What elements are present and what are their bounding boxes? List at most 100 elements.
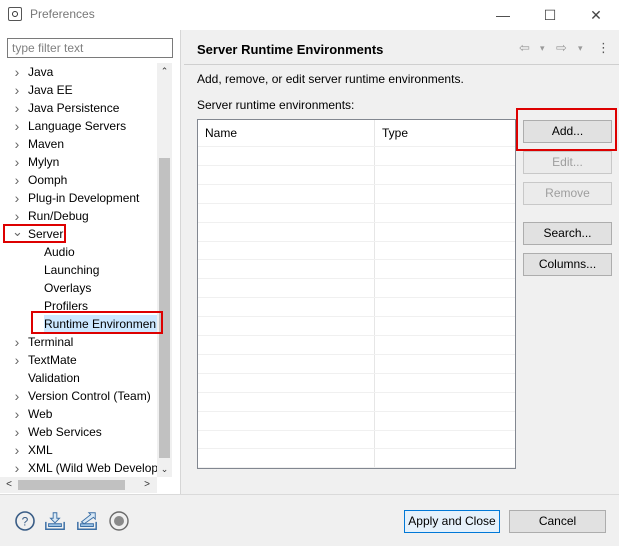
expand-chevron-icon[interactable]: › xyxy=(12,207,22,225)
scroll-left-arrow-icon[interactable]: < xyxy=(2,477,16,493)
tree-item[interactable]: › Run/Debug xyxy=(0,207,158,225)
panel-divider[interactable] xyxy=(180,30,181,494)
tree-item[interactable]: › Maven xyxy=(0,135,158,153)
tree-item-label: Validation xyxy=(28,371,80,385)
expand-chevron-icon[interactable]: › xyxy=(12,459,22,477)
tree-item[interactable]: › Web Services xyxy=(0,423,158,441)
back-dropdown-icon[interactable]: ▾ xyxy=(540,40,545,56)
scroll-down-arrow-icon[interactable]: ⌄ xyxy=(157,461,172,477)
tree-item-label: Mylyn xyxy=(28,155,60,169)
expand-chevron-icon[interactable]: › xyxy=(12,117,22,135)
scroll-up-arrow-icon[interactable]: ⌃ xyxy=(157,63,172,79)
expand-chevron-icon[interactable]: › xyxy=(12,189,22,207)
tree-item[interactable]: Launching xyxy=(0,261,158,279)
expand-chevron-icon[interactable]: › xyxy=(12,81,22,99)
help-icon[interactable]: ? xyxy=(14,510,36,532)
expand-chevron-icon[interactable]: › xyxy=(12,135,22,153)
expand-chevron-icon[interactable]: › xyxy=(12,63,22,81)
table-row-line xyxy=(198,203,515,204)
cancel-button[interactable]: Cancel xyxy=(509,510,606,533)
minimize-button[interactable]: — xyxy=(480,0,526,30)
forward-arrow-icon[interactable]: ⇨ xyxy=(556,40,567,56)
apply-and-close-button[interactable]: Apply and Close xyxy=(404,510,500,533)
table-row-line xyxy=(198,165,515,166)
expand-chevron-icon[interactable]: › xyxy=(12,423,22,441)
table-row-line xyxy=(198,259,515,260)
table-row-line xyxy=(198,146,515,147)
tree-item[interactable]: › Java xyxy=(0,63,158,81)
tree-item-label: Java EE xyxy=(28,83,73,97)
tree-item[interactable]: › Web xyxy=(0,405,158,423)
tree-item-label: Web xyxy=(28,407,53,421)
expand-chevron-icon[interactable]: › xyxy=(12,333,22,351)
page-title: Server Runtime Environments xyxy=(197,42,384,57)
expand-chevron-icon[interactable]: › xyxy=(12,405,22,423)
expand-chevron-icon[interactable]: › xyxy=(12,441,22,459)
close-button[interactable]: ✕ xyxy=(573,0,619,30)
expand-chevron-icon[interactable]: › xyxy=(12,99,22,117)
expand-chevron-icon[interactable]: › xyxy=(12,171,22,189)
record-icon[interactable] xyxy=(108,510,130,532)
table-label: Server runtime environments: xyxy=(197,98,355,112)
eclipse-app-icon xyxy=(8,7,22,21)
expand-chevron-icon[interactable]: › xyxy=(12,351,22,369)
table-row-line xyxy=(198,373,515,374)
maximize-button[interactable]: ☐ xyxy=(527,0,573,30)
back-arrow-icon[interactable]: ⇦ xyxy=(519,40,530,56)
expand-chevron-icon[interactable]: › xyxy=(12,387,22,405)
table-row-line xyxy=(198,297,515,298)
tree-item[interactable]: › TextMate xyxy=(0,351,158,369)
tree-item[interactable]: Overlays xyxy=(0,279,158,297)
header-separator xyxy=(184,64,619,65)
column-separator xyxy=(374,120,375,468)
tree-item-label: Version Control (Team) xyxy=(28,389,151,403)
tree-horizontal-scrollbar[interactable]: < > xyxy=(0,477,157,493)
tree-item-label: Overlays xyxy=(44,281,92,295)
table-row-line xyxy=(198,241,515,242)
tree-item-label: Maven xyxy=(28,137,65,151)
tree-item[interactable]: › Mylyn xyxy=(0,153,158,171)
forward-dropdown-icon[interactable]: ▾ xyxy=(578,40,583,56)
tree-item[interactable]: › Plug-in Development xyxy=(0,189,158,207)
columns-button[interactable]: Columns... xyxy=(523,253,612,276)
horizontal-scroll-thumb[interactable] xyxy=(18,480,125,490)
remove-button[interactable]: Remove xyxy=(523,182,612,205)
table-row-line xyxy=(198,222,515,223)
view-menu-icon[interactable]: ⋮ xyxy=(597,40,610,56)
tree-item-label: Terminal xyxy=(28,335,74,349)
export-preferences-icon[interactable] xyxy=(76,510,98,532)
tree-item[interactable]: › XML xyxy=(0,441,158,459)
tree-item-label: Run/Debug xyxy=(28,209,89,223)
tree-item[interactable]: › Java EE xyxy=(0,81,158,99)
tree-item[interactable]: Validation xyxy=(0,369,158,387)
tree-item[interactable]: › Oomph xyxy=(0,171,158,189)
table-row-line xyxy=(198,467,515,468)
import-preferences-icon[interactable] xyxy=(44,510,66,532)
tree-item-label: Plug-in Development xyxy=(28,191,140,205)
tree-item[interactable]: › Terminal xyxy=(0,333,158,351)
tree-item[interactable]: › Language Servers xyxy=(0,117,158,135)
tree-item-label: Oomph xyxy=(28,173,68,187)
table-row-line xyxy=(198,392,515,393)
expand-chevron-icon[interactable]: › xyxy=(12,153,22,171)
edit-button[interactable]: Edit... xyxy=(523,151,612,174)
column-header-name[interactable]: Name xyxy=(198,120,374,146)
tree-item[interactable]: › Version Control (Team) xyxy=(0,387,158,405)
table-row-line xyxy=(198,278,515,279)
vertical-scroll-thumb[interactable] xyxy=(159,158,170,458)
search-button[interactable]: Search... xyxy=(523,222,612,245)
server-highlight-box xyxy=(3,224,66,243)
help-glyph: ? xyxy=(22,515,29,529)
tree-item[interactable]: › XML (Wild Web Develop xyxy=(0,459,158,477)
table-row-line xyxy=(198,430,515,431)
filter-input[interactable] xyxy=(7,38,173,58)
column-header-type[interactable]: Type xyxy=(375,120,515,146)
tree-item-label: Launching xyxy=(44,263,100,277)
tree-item[interactable]: › Java Persistence xyxy=(0,99,158,117)
table-row-line xyxy=(198,354,515,355)
tree-item[interactable]: Audio xyxy=(0,243,158,261)
runtime-environments-table[interactable]: Name Type xyxy=(197,119,516,469)
scroll-right-arrow-icon[interactable]: > xyxy=(140,477,154,493)
add-button[interactable]: Add... xyxy=(523,120,612,143)
tree-vertical-scrollbar[interactable]: ⌃ ⌄ xyxy=(157,63,172,477)
